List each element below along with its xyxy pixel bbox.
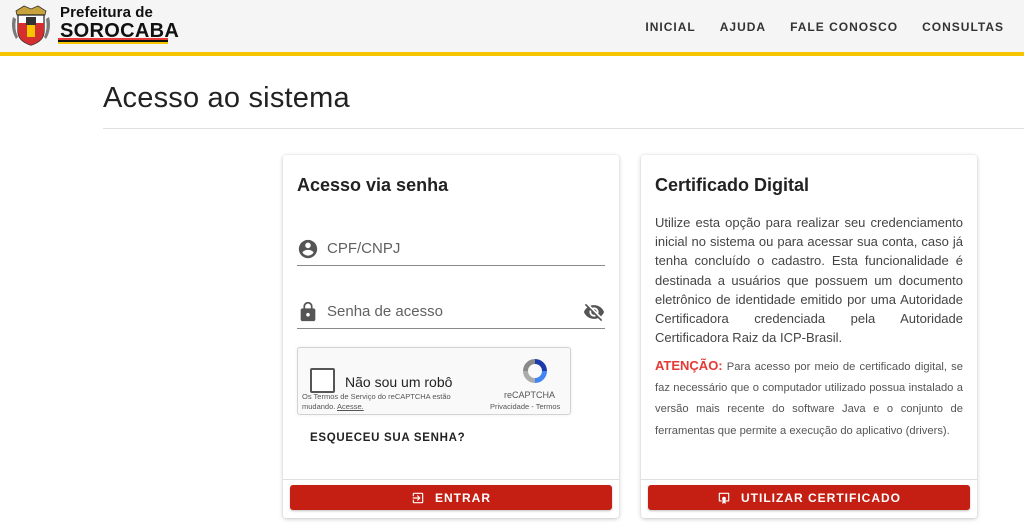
use-certificate-button[interactable]: UTILIZAR CERTIFICADO — [648, 485, 970, 510]
recaptcha-label: Não sou um robô — [345, 374, 453, 390]
login-card-divider — [283, 479, 619, 480]
brand-stripe — [58, 38, 168, 44]
account-circle-icon — [298, 239, 318, 259]
nav-consultas[interactable]: CONSULTAS — [910, 18, 1016, 36]
warning-label: ATENÇÃO: — [655, 358, 723, 373]
forgot-password-link[interactable]: ESQUECEU SUA SENHA? — [310, 432, 465, 444]
lock-icon — [300, 301, 316, 322]
login-button-label: ENTRAR — [435, 490, 491, 505]
recaptcha-privacy-links[interactable]: Privacidade - Termos — [490, 402, 560, 411]
cert-warning: ATENÇÃO: Para acesso por meio de certifi… — [655, 355, 963, 442]
certificate-icon — [718, 492, 730, 504]
nav-fale-conosco[interactable]: FALE CONOSCO — [778, 18, 910, 36]
title-divider — [103, 128, 1024, 129]
login-icon — [412, 492, 424, 503]
recaptcha-terms: Os Termos de Serviço do reCAPTCHA estão … — [302, 392, 451, 411]
nav-inicial[interactable]: INICIAL — [633, 18, 707, 36]
main-nav: INICIAL AJUDA FALE CONOSCO CONSULTAS — [633, 18, 1016, 36]
nav-ajuda[interactable]: AJUDA — [708, 18, 778, 36]
recaptcha-brand: reCAPTCHA — [504, 390, 556, 400]
cert-card-divider — [641, 479, 977, 480]
crest-icon — [12, 5, 50, 46]
visibility-off-icon[interactable] — [583, 301, 605, 323]
use-certificate-label: UTILIZAR CERTIFICADO — [741, 490, 901, 505]
digital-certificate-card: Certificado Digital Utilize esta opção p… — [641, 155, 977, 518]
recaptcha-logo-icon — [523, 359, 547, 383]
cert-description: Utilize esta opção para realizar seu cre… — [655, 215, 963, 346]
login-button[interactable]: ENTRAR — [290, 485, 612, 510]
page-title: Acesso ao sistema — [103, 82, 350, 114]
password-field — [297, 295, 605, 329]
cpf-field — [297, 232, 605, 266]
password-login-card: Acesso via senha Não sou um robô Os Term… — [283, 155, 619, 518]
recaptcha-checkbox[interactable] — [310, 368, 335, 393]
cert-card-title: Certificado Digital — [655, 175, 810, 195]
brand-line-1: Prefeitura de — [60, 4, 153, 21]
cpf-input[interactable] — [327, 236, 577, 260]
password-input[interactable] — [327, 299, 577, 323]
login-card-title: Acesso via senha — [297, 175, 449, 195]
top-bar: Prefeitura de SOROCABA INICIAL AJUDA FAL… — [0, 0, 1024, 56]
recaptcha-terms-link[interactable]: Acesse. — [337, 402, 364, 411]
recaptcha-widget: Não sou um robô Os Termos de Serviço do … — [297, 347, 571, 415]
